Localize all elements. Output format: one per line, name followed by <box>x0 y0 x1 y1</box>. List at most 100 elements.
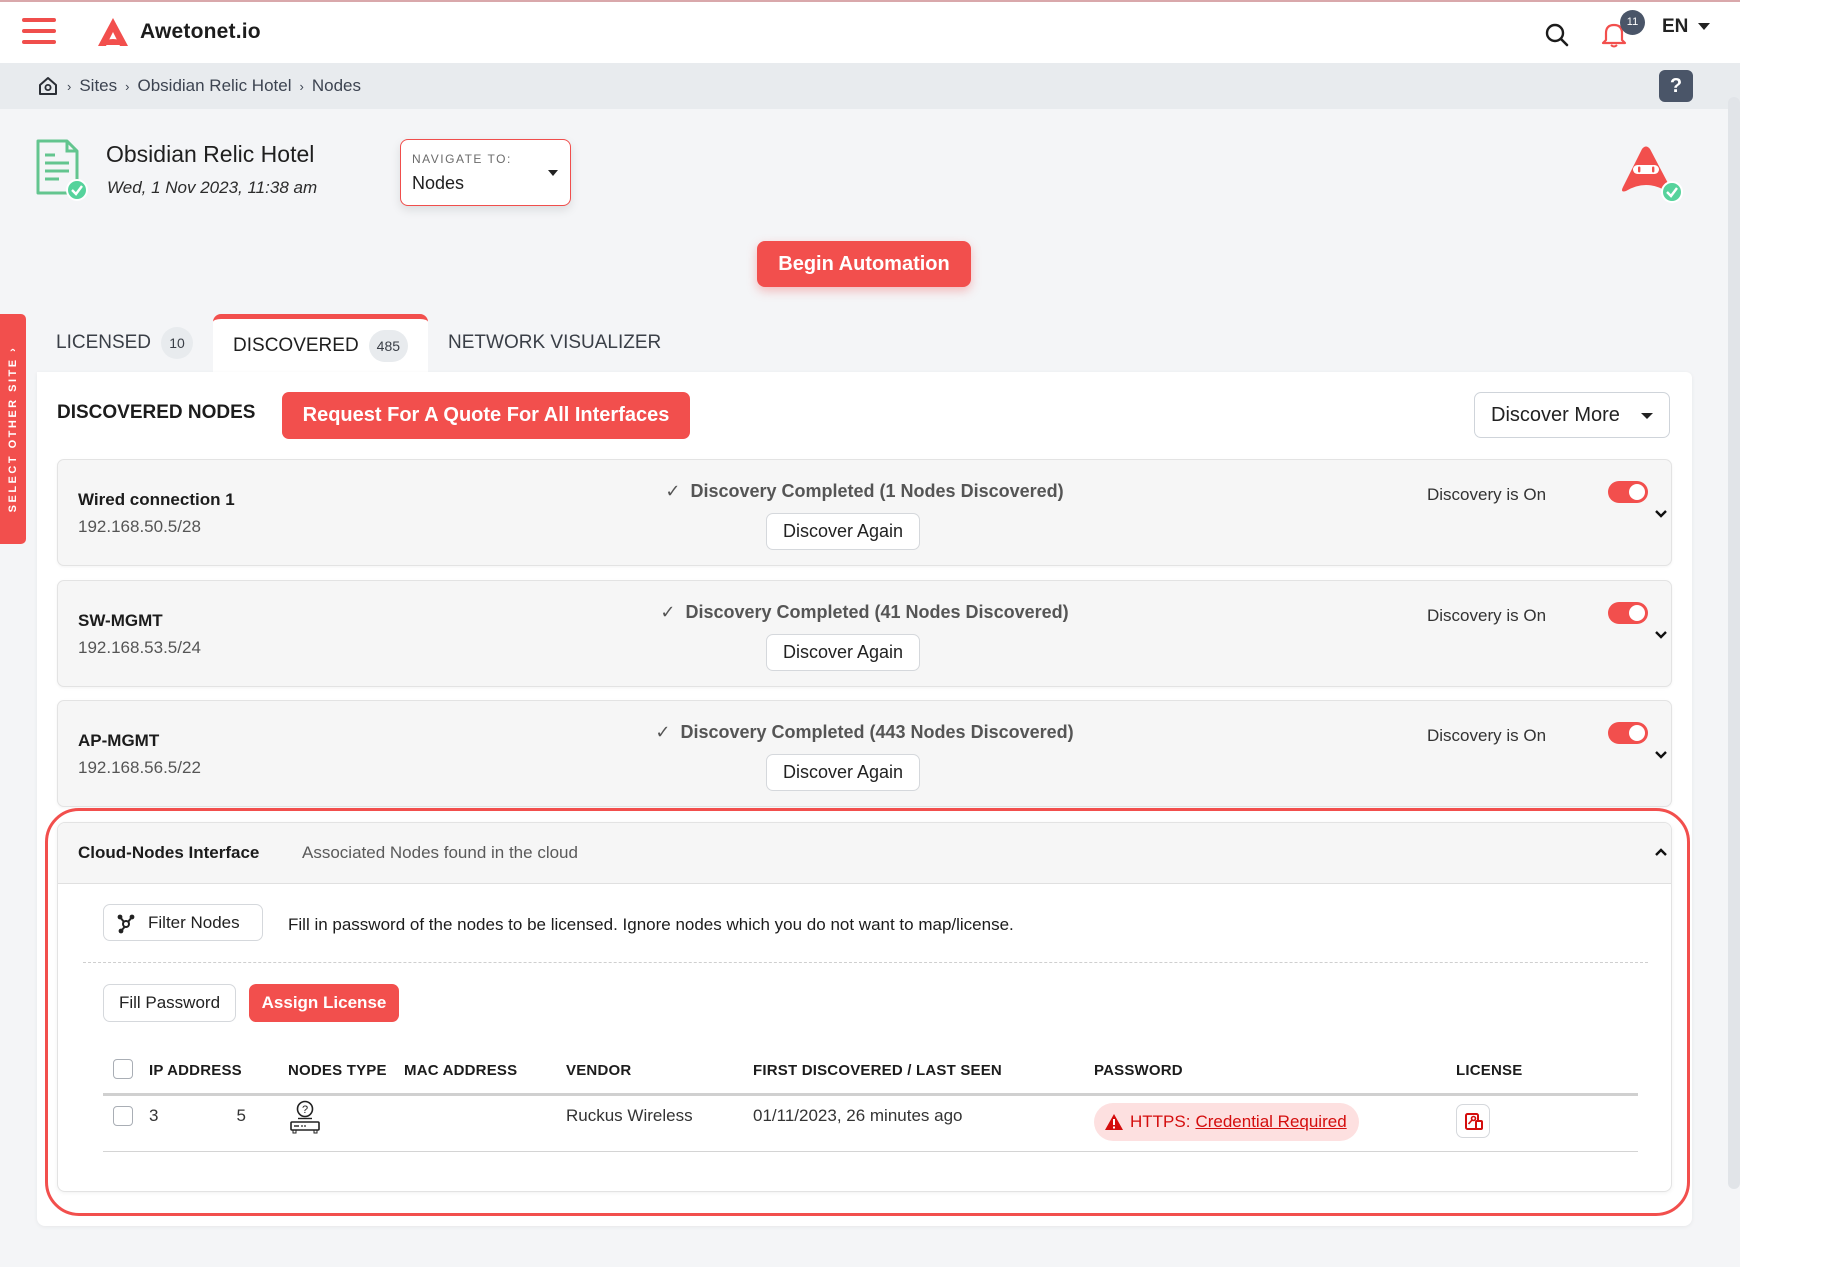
breadcrumb-bar: › Sites › Obsidian Relic Hotel › Nodes <box>0 63 1740 109</box>
hamburger-menu-icon[interactable] <box>22 18 56 46</box>
discovery-status-text: Discovery Completed (41 Nodes Discovered… <box>685 602 1069 622</box>
license-button[interactable] <box>1456 1103 1490 1138</box>
warning-icon <box>1105 1113 1123 1130</box>
site-document-check-icon <box>36 139 88 201</box>
tab-licensed[interactable]: LICENSED 10 <box>37 314 213 372</box>
select-other-site-label: SELECT OTHER SITE <box>7 357 19 513</box>
home-icon[interactable] <box>37 75 59 97</box>
discovery-toggle[interactable] <box>1608 602 1648 624</box>
row-select-cell <box>103 1094 149 1152</box>
col-mac-address[interactable]: MAC ADDRESS <box>404 1043 566 1096</box>
caret-down-icon <box>1698 23 1711 31</box>
row-checkbox[interactable] <box>113 1105 133 1126</box>
col-password[interactable]: PASSWORD <box>1094 1043 1456 1096</box>
select-all-checkbox[interactable] <box>113 1058 133 1079</box>
request-quote-button[interactable]: Request For A Quote For All Interfaces <box>282 392 690 439</box>
interface-name: AP-MGMT <box>78 731 160 750</box>
discovery-toggle-label: Discovery is On <box>1427 485 1547 504</box>
assign-license-button[interactable]: Assign License <box>249 984 399 1022</box>
select-all-cell <box>103 1043 149 1096</box>
page-scrollbar[interactable] <box>1728 97 1740 1189</box>
breadcrumb-sites[interactable]: Sites <box>79 76 117 96</box>
breadcrumb-separator: › <box>67 78 72 94</box>
table-header-row: IP ADDRESS NODES TYPE MAC ADDRESS VENDOR… <box>103 1043 1638 1096</box>
col-ip-address[interactable]: IP ADDRESS <box>149 1043 288 1096</box>
breadcrumb-separator: › <box>299 78 304 94</box>
chevron-down-icon[interactable] <box>1652 505 1670 523</box>
svg-text:?: ? <box>302 1104 308 1116</box>
brand-name: Awetonet.io <box>140 20 261 43</box>
discover-again-button[interactable]: Discover Again <box>766 754 920 791</box>
unknown-device-icon: ? <box>290 1100 320 1133</box>
tab-network-visualizer-label: NETWORK VISUALIZER <box>448 332 662 353</box>
site-date: Wed, 1 Nov 2023, 11:38 am <box>107 178 318 197</box>
site-title: Obsidian Relic Hotel <box>106 141 315 167</box>
top-navbar: Awetonet.io 11 EN <box>0 0 1740 63</box>
filter-nodes-button[interactable]: Filter Nodes <box>103 904 263 941</box>
check-icon: ✓ <box>655 722 671 742</box>
ip-address-start: 3 <box>149 1105 159 1125</box>
brand-logo[interactable]: Awetonet.io <box>96 16 261 48</box>
breadcrumb-site[interactable]: Obsidian Relic Hotel <box>137 76 291 96</box>
tab-licensed-label: LICENSED <box>56 332 152 353</box>
discovery-toggle[interactable] <box>1608 722 1648 744</box>
discover-again-button[interactable]: Discover Again <box>766 634 920 671</box>
notification-count-badge: 11 <box>1620 10 1645 35</box>
discovery-toggle[interactable] <box>1608 481 1648 503</box>
credential-required-link[interactable]: Credential Required <box>1195 1112 1346 1132</box>
fill-password-button[interactable]: Fill Password <box>103 984 236 1022</box>
select-other-site-tab[interactable]: SELECT OTHER SITE › <box>0 314 26 544</box>
cloud-nodes-header[interactable]: Cloud-Nodes Interface Associated Nodes f… <box>58 823 1671 884</box>
tab-discovered-count: 485 <box>368 329 409 362</box>
breadcrumb: › Sites › Obsidian Relic Hotel › Nodes <box>37 75 361 97</box>
interface-row: Wired connection 1 192.168.50.5/28 ✓ Disc… <box>57 459 1672 566</box>
discovery-toggle-label: Discovery is On <box>1427 726 1547 745</box>
navigate-to-dropdown[interactable]: NAVIGATE TO: Nodes <box>400 139 571 206</box>
interface-name: Wired connection 1 <box>78 490 235 509</box>
interface-row: SW-MGMT 192.168.53.5/24 ✓ Discovery Compl… <box>57 580 1672 687</box>
begin-automation-button[interactable]: Begin Automation <box>757 241 971 287</box>
mac-address-cell <box>404 1094 566 1152</box>
col-nodes-type[interactable]: NODES TYPE <box>288 1043 404 1096</box>
tab-discovered[interactable]: DISCOVERED 485 <box>213 314 429 372</box>
chevron-up-icon[interactable] <box>1652 843 1670 861</box>
interface-name: SW-MGMT <box>78 611 163 630</box>
search-icon[interactable] <box>1544 22 1570 48</box>
license-key-icon <box>1465 1112 1483 1130</box>
vendor-cell: Ruckus Wireless <box>566 1094 753 1152</box>
navigate-to-label: NAVIGATE TO: <box>412 152 512 166</box>
password-protocol: HTTPS: <box>1130 1111 1191 1131</box>
language-label: EN <box>1662 16 1689 37</box>
ip-address-end: 5 <box>236 1105 246 1125</box>
caret-down-icon <box>548 170 558 176</box>
awetonet-logo-icon <box>98 18 128 47</box>
license-instruction: Fill in password of the nodes to be lice… <box>288 915 1014 934</box>
discovery-status-text: Discovery Completed (1 Nodes Discovered) <box>690 481 1064 501</box>
tab-network-visualizer[interactable]: NETWORK VISUALIZER <box>428 314 681 372</box>
app-root: Awetonet.io 11 EN › Sites › Obsidian Rel… <box>0 0 1740 1267</box>
cloud-nodes-table: IP ADDRESS NODES TYPE MAC ADDRESS VENDOR… <box>103 1043 1638 1152</box>
navigate-to-value: Nodes <box>412 173 465 193</box>
credential-required-badge: HTTPS: Credential Required <box>1094 1102 1359 1141</box>
chevron-down-icon[interactable] <box>1652 626 1670 644</box>
license-cell <box>1456 1094 1638 1152</box>
help-button[interactable]: ? <box>1659 70 1693 102</box>
table-row: 3 5 ? Ruckus Wireless 01/11/2023, 26 minu… <box>103 1094 1638 1152</box>
tab-discovered-label: DISCOVERED <box>233 334 359 356</box>
chevron-down-icon[interactable] <box>1652 746 1670 764</box>
col-first-last-seen[interactable]: FIRST DISCOVERED / LAST SEEN <box>753 1043 1094 1096</box>
cloud-nodes-subtitle: Associated Nodes found in the cloud <box>302 843 578 862</box>
filter-nodes-icon <box>117 914 135 934</box>
cloud-nodes-panel: Cloud-Nodes Interface Associated Nodes f… <box>57 822 1672 1192</box>
discover-again-button[interactable]: Discover Again <box>766 513 920 550</box>
discovered-nodes-card: DISCOVERED NODES Request For A Quote For… <box>37 372 1692 1226</box>
check-icon: ✓ <box>665 481 681 501</box>
tab-licensed-count: 10 <box>161 327 194 359</box>
cloud-nodes-title: Cloud-Nodes Interface <box>78 843 260 862</box>
col-vendor[interactable]: VENDOR <box>566 1043 753 1096</box>
col-license[interactable]: LICENSE <box>1456 1043 1638 1096</box>
discovered-nodes-title: DISCOVERED NODES <box>57 402 256 423</box>
language-selector[interactable]: EN <box>1662 16 1711 38</box>
discover-more-dropdown[interactable]: Discover More <box>1474 392 1670 438</box>
breadcrumb-separator: › <box>125 78 130 94</box>
